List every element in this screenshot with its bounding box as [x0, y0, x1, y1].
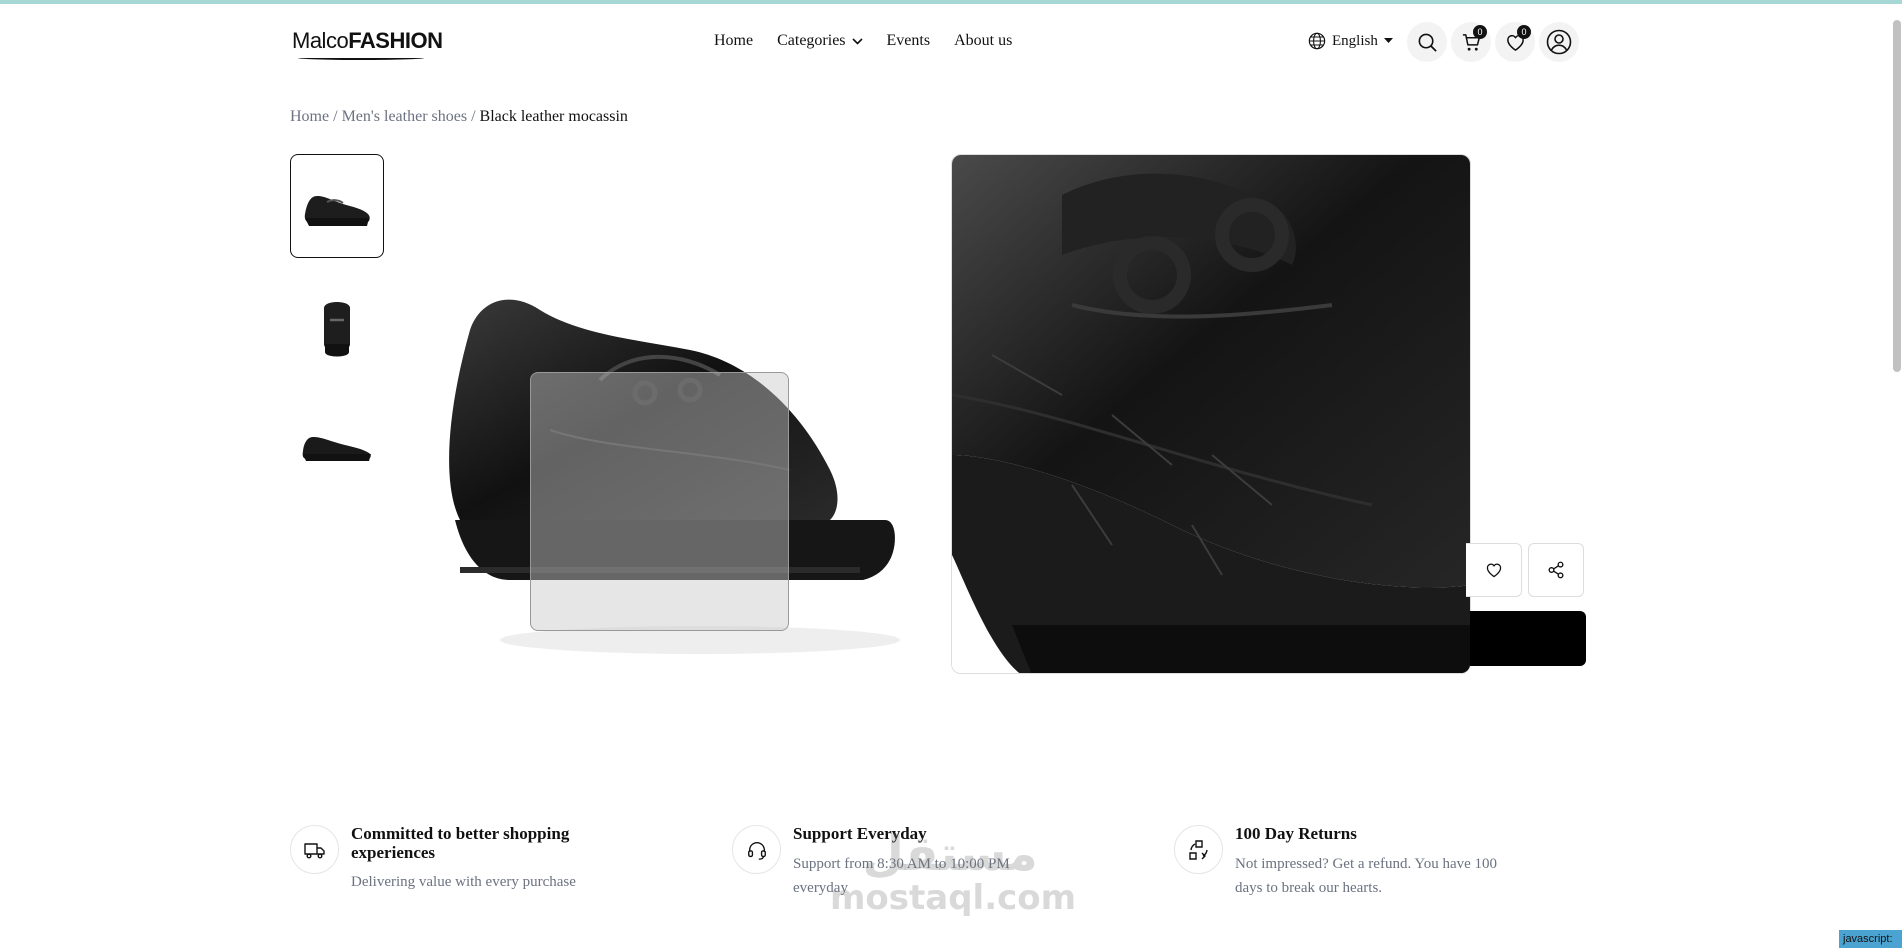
product-thumbnail-1[interactable]: [290, 154, 384, 258]
feature-description: Delivering value with every purchase: [351, 874, 576, 891]
delivery-truck-icon: [303, 842, 325, 859]
add-to-cart-button[interactable]: [1470, 611, 1586, 666]
watermark-arabic: مستقل: [862, 826, 1038, 882]
cart-count-badge: 0: [1473, 25, 1487, 39]
watermark-latin: mostaql.com: [830, 878, 1077, 918]
feature-title: 100 Day Returns: [1235, 824, 1357, 843]
add-to-wishlist-button[interactable]: [1466, 543, 1522, 597]
nav-about[interactable]: About us: [954, 32, 1012, 50]
search-button[interactable]: [1407, 22, 1447, 62]
shoe-front-thumbnail-image: [324, 302, 350, 357]
nav-categories[interactable]: Categories: [777, 32, 863, 50]
nav-home[interactable]: Home: [714, 32, 753, 50]
shoe-side-thumbnail-image: [304, 196, 370, 226]
share-icon: [1548, 561, 1564, 579]
caret-down-icon: [1383, 38, 1393, 43]
nav-categories-label: Categories: [777, 32, 846, 49]
logo-swoosh: [298, 56, 424, 60]
account-button[interactable]: [1539, 22, 1579, 62]
brand-logo[interactable]: Malco FASHION: [292, 28, 443, 60]
breadcrumb-home[interactable]: Home: [290, 108, 329, 125]
return-box-icon: [1188, 839, 1208, 860]
feature-description: Not impressed? Get a refund. You have 10…: [1235, 855, 1498, 896]
main-nav: Home Categories Events About us: [714, 32, 1012, 50]
top-accent-line: [0, 0, 1902, 4]
globe-icon: [1308, 32, 1326, 50]
breadcrumb-category[interactable]: Men's leather shoes: [342, 108, 468, 125]
feature-shopping: Committed to better shopping experiences…: [290, 824, 650, 894]
headset-icon: [747, 841, 766, 860]
logo-text-part1: Malco: [292, 28, 349, 53]
zoomed-shoe-image: [952, 155, 1470, 673]
product-thumbnail-2[interactable]: [290, 277, 384, 381]
cart-button[interactable]: 0: [1451, 22, 1491, 62]
language-selector[interactable]: English: [1308, 32, 1393, 50]
heart-outline-icon: [1486, 563, 1501, 578]
breadcrumb: Home / Men's leather shoes / Black leath…: [290, 108, 628, 125]
search-icon: [1418, 33, 1437, 52]
feature-title: Committed to better shopping experiences: [351, 824, 570, 862]
product-thumbnail-3[interactable]: [290, 393, 384, 497]
wishlist-button[interactable]: 0: [1495, 22, 1535, 62]
feature-returns: 100 Day Returns Not impressed? Get a ref…: [1174, 824, 1514, 900]
logo-text-part2: FASHION: [348, 28, 443, 53]
page-scrollbar[interactable]: [1893, 20, 1901, 372]
share-button[interactable]: [1528, 543, 1584, 597]
wishlist-count-badge: 0: [1517, 25, 1531, 39]
feature-icon-wrapper: [1174, 825, 1223, 874]
breadcrumb-current: Black leather mocassin: [479, 108, 628, 125]
shoe-profile-thumbnail-image: [302, 437, 371, 461]
zoomed-product-image: [951, 154, 1471, 674]
chevron-down-icon: [851, 37, 863, 45]
feature-icon-wrapper: [732, 825, 781, 874]
watermark: مستقل mostaql.com: [830, 826, 1077, 919]
status-link-tooltip: javascript:: [1839, 930, 1902, 948]
user-icon: [1546, 29, 1572, 55]
zoom-lens[interactable]: [530, 372, 789, 631]
feature-icon-wrapper: [290, 825, 339, 874]
language-label: English: [1332, 32, 1378, 49]
nav-events[interactable]: Events: [887, 32, 931, 50]
